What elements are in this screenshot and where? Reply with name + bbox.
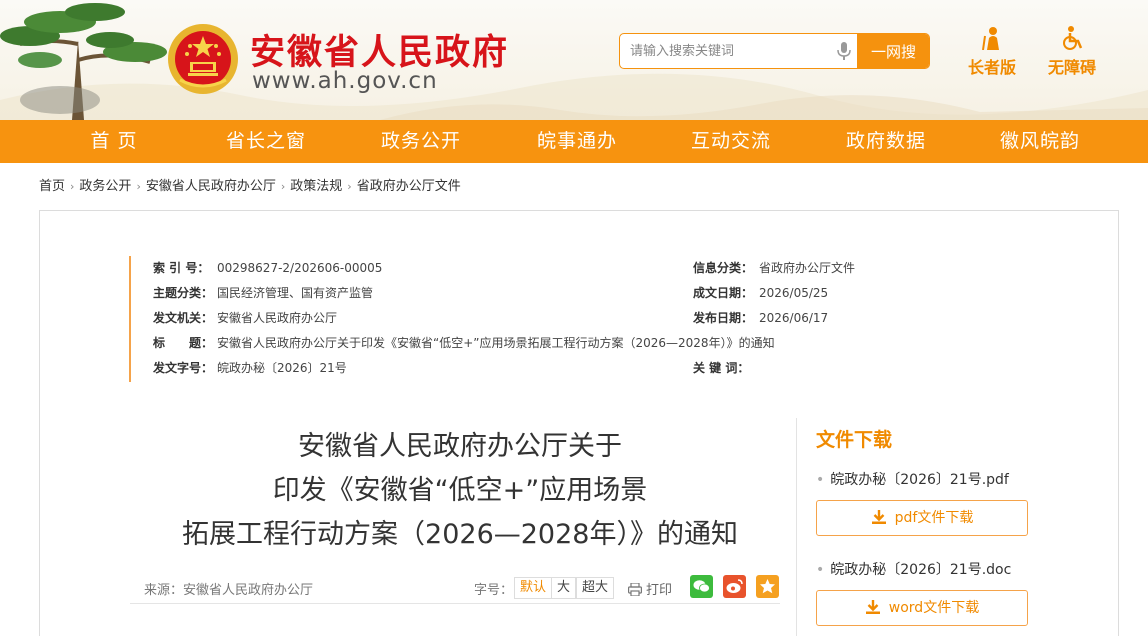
meta-value: 2026/06/17 [759, 311, 829, 325]
chevron-right-icon: › [136, 180, 141, 193]
meta-created-row: 成文日期： 2026/05/25 [693, 283, 828, 303]
font-size-label: 字号： [474, 583, 514, 598]
meta-info-class-row: 信息分类： 省政府办公厅文件 [693, 258, 855, 278]
meta-issuer-row: 发文机关： 安徽省人民政府办公厅 [153, 308, 337, 328]
microphone-icon[interactable] [837, 42, 851, 60]
document-meta-table: 索 引 号： 00298627-2/202606-00005 主题分类： 国民经济管… [129, 256, 919, 382]
document-title-line: 拓展工程行动方案（2026—2028年）》的通知 [182, 519, 738, 550]
bullet-icon: • [816, 562, 825, 578]
meta-value: 2026/05/25 [759, 286, 829, 300]
file-name-text: 皖政办秘〔2026〕21号.doc [830, 562, 1012, 578]
meta-keywords-row: 关 键 词： [693, 358, 759, 378]
download-file-name: • 皖政办秘〔2026〕21号.pdf [816, 469, 1009, 489]
document-title-line: 印发《安徽省“低空+”应用场景 [272, 475, 648, 506]
download-icon [871, 510, 886, 524]
nav-item-culture[interactable]: 徽风皖韵 [970, 120, 1110, 163]
meta-key: 发文字号： [153, 361, 214, 375]
download-file-name: • 皖政办秘〔2026〕21号.doc [816, 559, 1011, 579]
breadcrumb-policy[interactable]: 政策法规 [290, 175, 342, 194]
meta-key: 成文日期： [693, 286, 754, 300]
article-toolbar: 来源：安徽省人民政府办公厅 字号： 默认 大 超大 打印 [130, 574, 780, 604]
breadcrumb-docs[interactable]: 省政府办公厅文件 [357, 175, 461, 194]
search-button[interactable]: 一网搜 [857, 34, 929, 68]
meta-value: 00298627-2/202606-00005 [217, 261, 383, 275]
font-size-xlarge-button[interactable]: 超大 [576, 577, 615, 599]
meta-key: 发文机关： [153, 311, 214, 325]
weibo-icon[interactable] [723, 575, 746, 598]
pdf-download-label: pdf文件下载 [894, 510, 974, 526]
wheelchair-icon [1063, 26, 1083, 50]
chevron-right-icon: › [70, 180, 75, 193]
chevron-right-icon: › [347, 180, 352, 193]
breadcrumb: 首页 › 政务公开 › 安徽省人民政府办公厅 › 政策法规 › 省政府办公厅文件 [39, 175, 461, 194]
nav-item-gov-data[interactable]: 政府数据 [816, 120, 956, 163]
chevron-right-icon: › [280, 180, 286, 193]
site-url: www.ah.gov.cn [252, 68, 438, 94]
print-button[interactable]: 打印 [628, 579, 672, 598]
favorite-icon[interactable] [756, 575, 779, 598]
meta-value: 省政府办公厅文件 [759, 261, 856, 275]
elder-icon [982, 27, 999, 50]
meta-value: 安徽省人民政府办公厅 [217, 311, 338, 325]
elder-mode-button[interactable]: 长者版 [962, 26, 1022, 78]
site-header: 安徽省人民政府 www.ah.gov.cn 一网搜 长者版 无障碍 [0, 0, 1148, 120]
nav-item-interaction[interactable]: 互动交流 [661, 120, 801, 163]
file-name-text: 皖政办秘〔2026〕21号.pdf [830, 472, 1009, 488]
word-download-label: word文件下载 [888, 600, 980, 616]
download-section-title: 文件下载 [816, 429, 893, 451]
printer-icon [628, 582, 643, 597]
nav-item-gov-affairs[interactable]: 政务公开 [351, 120, 491, 163]
meta-key: 发布日期： [693, 311, 754, 325]
breadcrumb-home[interactable]: 首页 [39, 175, 65, 194]
meta-value: 安徽省人民政府办公厅关于印发《安徽省“低空+”应用场景拓展工程行动方案（2026… [217, 336, 775, 350]
breadcrumb-office[interactable]: 安徽省人民政府办公厅 [146, 175, 276, 194]
nav-item-services[interactable]: 皖事通办 [507, 120, 647, 163]
meta-key: 关 键 词： [693, 361, 750, 375]
pine-tree-logo [0, 3, 167, 120]
article-source: 来源：安徽省人民政府办公厅 [144, 583, 314, 598]
meta-key: 标 题： [153, 336, 214, 350]
meta-published-row: 发布日期： 2026/06/17 [693, 308, 828, 328]
meta-key: 信息分类： [693, 261, 754, 275]
word-download-button[interactable]: word文件下载 [816, 590, 1028, 626]
national-emblem-icon [168, 24, 238, 94]
accessibility-button[interactable]: 无障碍 [1040, 26, 1104, 78]
search-input[interactable] [620, 34, 856, 68]
nav-item-governor[interactable]: 省长之窗 [196, 120, 336, 163]
document-title-line: 安徽省人民政府办公厅关于 [298, 431, 622, 462]
download-icon [865, 600, 880, 614]
bullet-icon: • [816, 472, 825, 488]
sidebar-divider [796, 418, 797, 636]
pdf-download-button[interactable]: pdf文件下载 [816, 500, 1028, 536]
nav-item-home[interactable]: 首 页 [44, 120, 184, 163]
font-size-default-button[interactable]: 默认 [514, 577, 553, 599]
meta-value: 皖政办秘〔2026〕21号 [217, 361, 347, 375]
breadcrumb-gov-affairs[interactable]: 政务公开 [79, 175, 131, 194]
elder-mode-label: 长者版 [967, 58, 1016, 77]
meta-key: 主题分类： [153, 286, 214, 300]
meta-key: 索 引 号： [153, 261, 210, 275]
meta-theme-row: 主题分类： 国民经济管理、国有资产监管 [153, 283, 373, 303]
main-nav: 首 页 省长之窗 政务公开 皖事通办 互动交流 政府数据 徽风皖韵 [0, 120, 1148, 163]
meta-docno-row: 发文字号： 皖政办秘〔2026〕21号 [153, 358, 347, 378]
meta-title-row: 标 题： 安徽省人民政府办公厅关于印发《安徽省“低空+”应用场景拓展工程行动方案（… [153, 333, 775, 353]
wechat-icon[interactable] [690, 575, 713, 598]
accessibility-label: 无障碍 [1047, 58, 1096, 77]
print-label: 打印 [646, 583, 673, 598]
search-box: 一网搜 [619, 33, 930, 69]
meta-value: 国民经济管理、国有资产监管 [217, 286, 374, 300]
font-size-large-button[interactable]: 大 [551, 577, 577, 599]
document-title: 安徽省人民政府办公厅关于 印发《安徽省“低空+”应用场景 拓展工程行动方案（20… [130, 425, 790, 557]
meta-index-row: 索 引 号： 00298627-2/202606-00005 [153, 258, 382, 278]
